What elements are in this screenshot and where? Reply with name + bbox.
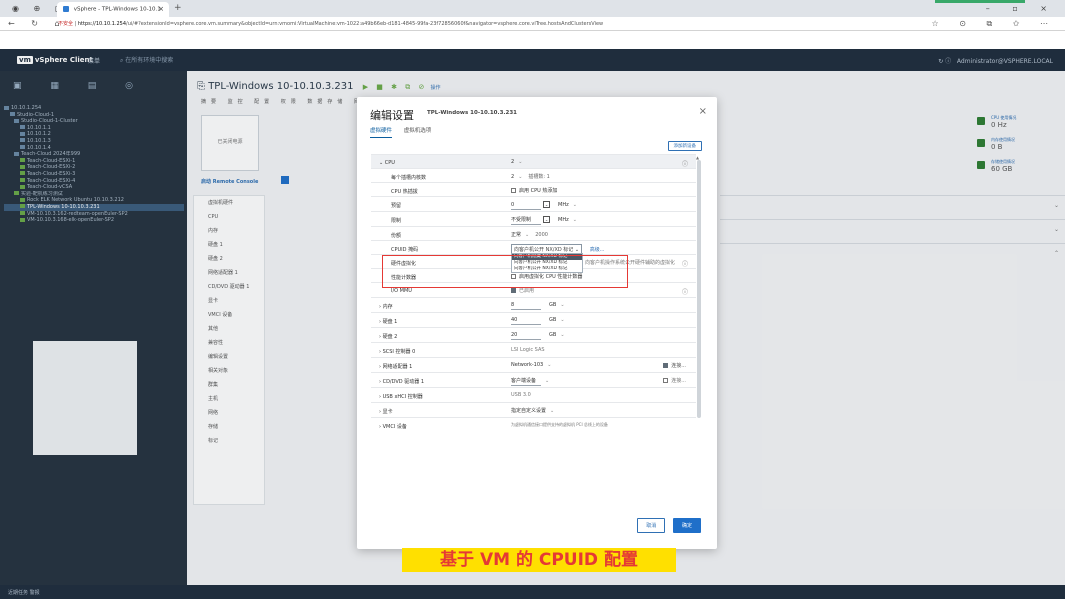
insecure-warning: 不安全 [58, 21, 74, 27]
browser-tab[interactable]: vSphere - TPL-Windows 10-10.1 × [57, 2, 169, 17]
ok-button[interactable]: 确定 [672, 518, 701, 533]
perf-counters-checkbox[interactable]: 启用虚拟化 CPU 性能计数器 [511, 273, 582, 280]
info-icon[interactable]: ⓘ [682, 159, 688, 168]
url-path: /ui/#?extensionId=vsphere.core.vm.summar… [126, 21, 604, 27]
row-reservation: 预留 0 ⌄ MHz ⌄ [371, 196, 696, 211]
cpuid-option[interactable]: 向客户机公开 NX/XD 标记 [512, 266, 582, 272]
cd-dvd-select[interactable]: 客户端设备 ⌄ [511, 377, 549, 386]
disk2-size-input[interactable]: 20 GB ⌄ [511, 332, 565, 340]
tab-vm-options[interactable]: 虚拟机选项 [404, 128, 432, 134]
cpu-hotplug-checkbox[interactable]: 启用 CPU 热添加 [511, 187, 557, 194]
hw-virtualization-checkbox[interactable]: 向客户机操作系统公开硬件辅助的虚拟化 [585, 259, 675, 266]
row-hard-disk-1[interactable]: › 硬盘 1 40 GB ⌄ [371, 312, 696, 327]
close-icon[interactable]: × [699, 106, 707, 117]
row-memory[interactable]: › 内存 8 GB ⌄ [371, 297, 696, 312]
dialog-title: 编辑设置 [370, 109, 414, 122]
caption-banner: 基于 VM 的 CPUID 配置 [402, 548, 676, 572]
row-cpuid-mask: CPUID 掩码 向客户机公开 NX/XD 标记 ⌄ 高级... 向客户机隐藏 … [371, 240, 696, 273]
video-card-select[interactable]: 指定自定义设置 ⌄ [511, 407, 554, 414]
vsphere-favicon-icon [63, 6, 69, 12]
dialog-subtitle: TPL-Windows 10-10.10.3.231 [427, 110, 517, 116]
add-new-device-button[interactable]: 添加新设备 [667, 141, 702, 151]
row-hard-disk-2[interactable]: › 硬盘 2 20 GB ⌄ [371, 327, 696, 342]
accent-strip [935, 0, 1025, 3]
row-cores-per-socket: 每个插槽内核数 2 ⌄ 插槽数: 1 [371, 168, 696, 182]
cancel-button[interactable]: 取消 [637, 518, 666, 533]
row-shares: 份额 正常 ⌄ 2000 [371, 226, 696, 240]
new-tab-icon[interactable]: + [174, 3, 182, 13]
browser-toolbar-icons[interactable]: ☆ ⊙ ⧉ ✩ ⋯ [932, 19, 1057, 29]
limit-input[interactable]: 不受限制 ⌄ MHz ⌄ [511, 216, 577, 225]
memory-input[interactable]: 8 GB ⌄ [511, 302, 565, 310]
row-cd-dvd[interactable]: › CD/DVD 驱动器 1 客户端设备 ⌄ 连接... [371, 372, 696, 387]
row-scsi-controller[interactable]: › SCSI 控制器 0 LSI Logic SAS [371, 342, 696, 357]
dialog-tabs: 虚拟硬件 虚拟机选项 [370, 126, 441, 138]
hardware-list: ⌄ CPU 2 ⌄ ⓘ 每个插槽内核数 2 ⌄ 插槽数: 1 CPU 热插拔 启用 C… [371, 154, 696, 499]
cpu-count-select[interactable]: 2 ⌄ [511, 159, 522, 165]
row-video-card[interactable]: › 显卡 指定自定义设置 ⌄ [371, 402, 696, 417]
reservation-input[interactable]: 0 ⌄ MHz ⌄ [511, 201, 577, 210]
cd-connect-checkbox[interactable]: 连接... [663, 377, 686, 384]
url-host: https://10.10.1.254 [77, 21, 127, 27]
edit-settings-dialog: 编辑设置 TPL-Windows 10-10.10.3.231 × 虚拟硬件 虚… [357, 97, 717, 549]
disk1-size-input[interactable]: 40 GB ⌄ [511, 317, 565, 325]
network-select[interactable]: Network-103 ⌄ [511, 362, 551, 368]
row-cpu[interactable]: ⌄ CPU 2 ⌄ ⓘ [371, 154, 696, 168]
tab-virtual-hardware[interactable]: 虚拟硬件 [370, 128, 393, 138]
row-cpu-hotplug: CPU 热插拔 启用 CPU 热添加 [371, 182, 696, 196]
address-bar: ← ↻ ⌂ 不安全 | https://10.10.1.254/ui/#?ext… [0, 17, 1065, 31]
row-usb-controller[interactable]: › USB xHCI 控制器 USB 3.0 [371, 387, 696, 402]
info-icon[interactable]: ⓘ [682, 287, 688, 296]
browser-tab-strip: ◉ ⊕ ▢ vSphere - TPL-Windows 10-10.1 × + … [0, 0, 1065, 17]
dialog-scrollbar[interactable] [697, 160, 701, 418]
browser-tab-title: vSphere - TPL-Windows 10-10.1 [73, 6, 161, 13]
window-controls[interactable]: – ▫ × [986, 4, 1057, 13]
info-icon[interactable]: ⓘ [682, 259, 688, 268]
row-iommu: I/O MMU 已启用 ⓘ [371, 282, 696, 297]
row-vmci-device[interactable]: › VMCI 设备 为虚拟机通信接口提供支持的虚拟机 PCI 总线上的设备 [371, 417, 696, 432]
row-network-adapter[interactable]: › 网络适配器 1 Network-103 ⌄ 连接... [371, 357, 696, 372]
row-limit: 限制 不受限制 ⌄ MHz ⌄ [371, 211, 696, 226]
nic-connect-checkbox[interactable]: 连接... [663, 362, 686, 369]
dialog-footer: 取消 确定 [631, 518, 701, 533]
cpuid-mask-dropdown: 向客户机隐藏 NX/XD 标记 向客户机公开 NX/XD 标记 向客户机公开 NX/… [511, 253, 583, 273]
url-field[interactable]: 不安全 | https://10.10.1.254/ui/#?extension… [58, 20, 878, 28]
cpuid-advanced-link[interactable]: 高级... [590, 247, 605, 253]
shares-select[interactable]: 正常 ⌄ 2000 [511, 231, 548, 238]
close-tab-icon[interactable]: × [158, 5, 164, 13]
iommu-checkbox[interactable]: 已启用 [511, 287, 534, 294]
